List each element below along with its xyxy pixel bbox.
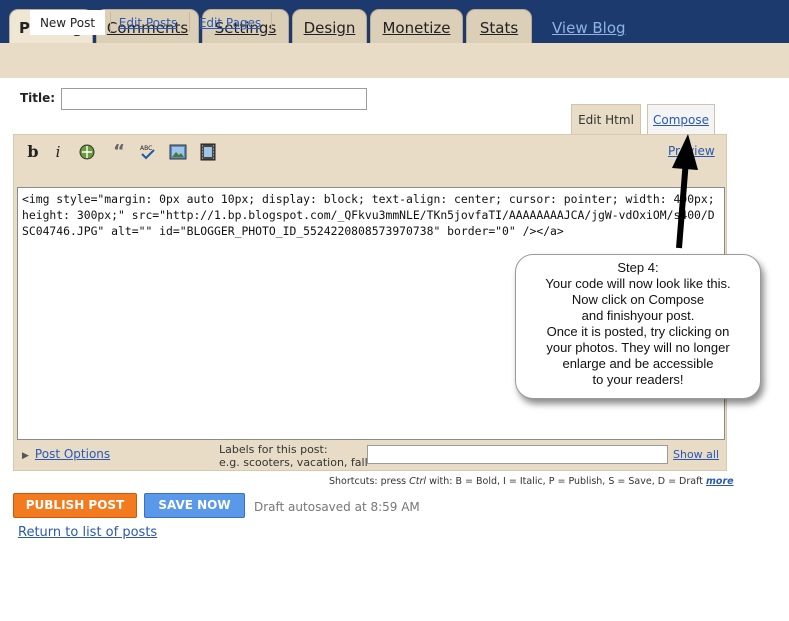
video-icon[interactable] (199, 143, 217, 161)
bold-icon[interactable]: b (24, 143, 42, 161)
callout-line: enlarge and be accessible (562, 356, 714, 371)
autosave-status: Draft autosaved at 8:59 AM (254, 500, 420, 514)
tab-stats[interactable]: Stats (466, 9, 532, 43)
labels-example: e.g. scooters, vacation, fall (219, 456, 368, 469)
post-options-label: Post Options (34, 447, 111, 461)
callout-line: and finishyour post. (581, 308, 695, 323)
callout-line: to your readers! (592, 372, 684, 387)
subtab-divider (110, 12, 111, 32)
title-input[interactable] (61, 88, 367, 110)
callout-line: Now click on Compose (571, 292, 705, 307)
callout-line: Once it is posted, try clicking on (546, 324, 730, 339)
labels-title: Labels for this post: (219, 443, 328, 456)
blockquote-icon[interactable]: “ (110, 143, 128, 161)
subtab-edit-pages[interactable]: Edit Pages (196, 10, 264, 35)
view-blog-link[interactable]: View Blog (552, 19, 626, 37)
tab-monetize[interactable]: Monetize (370, 9, 463, 43)
keyboard-shortcuts-hint: Shortcuts: press Ctrl with: B = Bold, I … (329, 476, 734, 487)
shortcuts-list: B = Bold, I = Italic, P = Publish, S = S… (455, 476, 703, 487)
shortcuts-key: Ctrl (409, 476, 427, 487)
return-to-posts-link[interactable]: Return to list of posts (18, 525, 157, 540)
labels-caption: Labels for this post: e.g. scooters, vac… (219, 443, 368, 469)
show-all-labels-link[interactable]: Show all (673, 448, 719, 461)
title-label: Title: (20, 91, 56, 105)
callout-line: Your code will now look like this. (545, 276, 731, 291)
publish-post-button[interactable]: PUBLISH POST (13, 493, 137, 518)
labels-input[interactable] (367, 445, 668, 464)
link-icon[interactable] (78, 143, 96, 161)
italic-icon[interactable]: i (49, 143, 67, 161)
annotation-arrow-icon (672, 134, 698, 249)
tab-edit-html[interactable]: Edit Html (571, 104, 641, 135)
subtab-bar (0, 43, 789, 78)
expand-triangle-icon: ▶ (22, 451, 29, 461)
subtab-divider (189, 12, 190, 32)
save-now-button[interactable]: SAVE NOW (144, 493, 245, 518)
spellcheck-icon[interactable]: ABC (139, 143, 157, 161)
subtab-new-post[interactable]: New Post (30, 10, 105, 35)
callout-line: your photos. They will no longer (546, 340, 730, 355)
callout-line: Step 4: (617, 260, 659, 275)
subtab-divider (271, 12, 272, 32)
shortcuts-with: with: (429, 476, 453, 487)
tab-design[interactable]: Design (292, 9, 367, 43)
shortcuts-prefix: Shortcuts: press (329, 476, 407, 487)
image-icon[interactable] (169, 143, 187, 161)
subtab-edit-posts[interactable]: Edit Posts (115, 10, 181, 35)
post-options-toggle[interactable]: ▶ Post Options (22, 447, 110, 461)
shortcuts-more-link[interactable]: more (706, 476, 734, 487)
annotation-callout: Step 4: Your code will now look like thi… (515, 254, 761, 399)
svg-text:ABC: ABC (140, 145, 152, 152)
